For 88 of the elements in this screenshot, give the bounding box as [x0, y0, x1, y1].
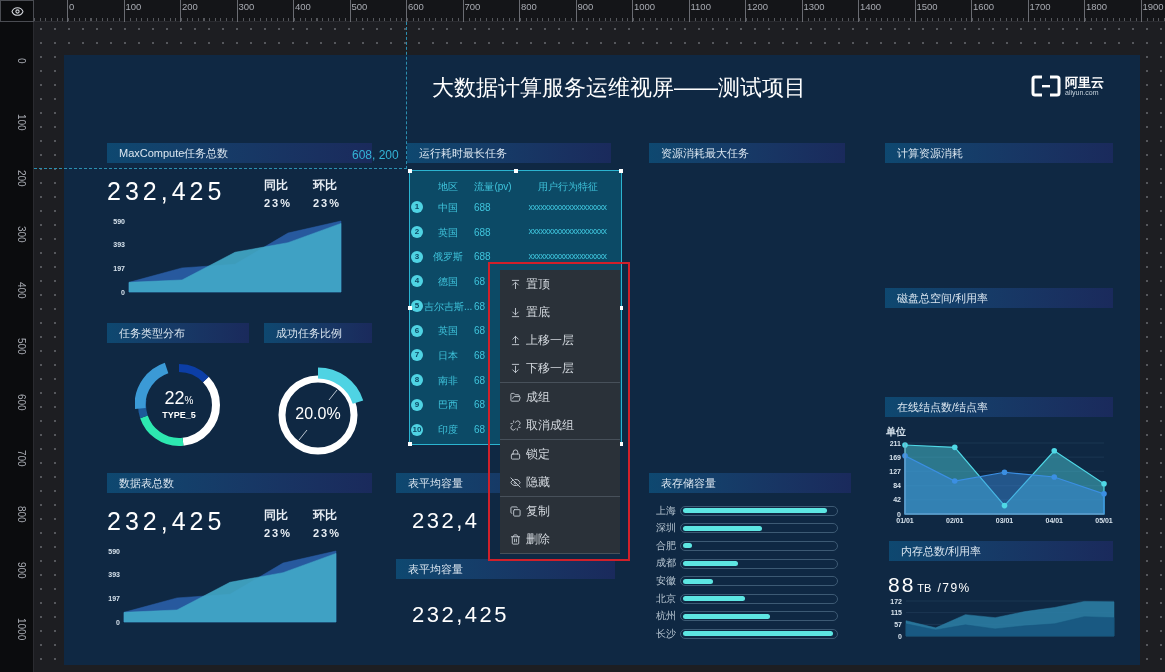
- rank-badge: 10: [411, 423, 423, 436]
- metric-value: 232,425: [107, 509, 226, 534]
- donut-label: TYPE_5: [162, 411, 196, 420]
- stat-value: 23%: [313, 526, 342, 541]
- rank-badge: 7: [411, 349, 423, 362]
- rank-badge: 9: [411, 398, 423, 411]
- bar-label: 上海: [655, 503, 676, 518]
- column-header: 流量(pv): [473, 179, 513, 194]
- stat-label: 环比: [313, 177, 337, 194]
- section-header: 任务类型分布: [107, 323, 249, 343]
- bar-label: 合肥: [655, 538, 676, 553]
- rank-badge: 5: [411, 300, 423, 313]
- ruler-label: 1000: [15, 618, 27, 641]
- stat-value: 23%: [264, 526, 293, 541]
- bar-label: 北京: [655, 591, 676, 606]
- table-cell-text: 68: [473, 373, 486, 388]
- table-cell-text: 中国: [437, 200, 459, 215]
- table-cell-text: 印度: [437, 423, 459, 438]
- ruler-label: 600: [15, 394, 27, 411]
- table-cell-text: 巴西: [437, 398, 459, 413]
- memory-value: 88: [888, 574, 916, 595]
- ruler-label: 500: [15, 338, 27, 355]
- column-header: 用户行为特征: [536, 179, 599, 194]
- table-cell: xxxxxxxxxxxxxxxxxxxx: [528, 225, 607, 239]
- stat-label: 同比: [264, 177, 288, 194]
- ruler-label: 0: [15, 58, 27, 64]
- logo-name: 阿里云: [1065, 76, 1104, 89]
- metric-value: 232,4: [412, 510, 480, 532]
- bar-label: 安徽: [655, 574, 676, 589]
- table-cell-text: 日本: [437, 348, 459, 363]
- memory-rate: /79%: [937, 580, 971, 597]
- table-cell-text: 688: [473, 225, 491, 240]
- table-cell-text: xxxxxxxxxxxxxxxxxxxx: [528, 200, 607, 214]
- table-cell-text: 68: [473, 274, 486, 289]
- table-cell-text: 688: [473, 250, 491, 265]
- rank-badge: 2: [411, 226, 423, 239]
- bar-label: 深圳: [655, 521, 676, 536]
- rank-badge: 3: [411, 250, 423, 263]
- ruler-label: 800: [15, 506, 27, 523]
- progress-value: 20.0%: [294, 404, 342, 424]
- ruler-label: 400: [15, 282, 27, 299]
- memory-unit: TB: [917, 581, 932, 596]
- stat-label: 环比: [313, 507, 337, 524]
- ruler-label: 700: [15, 450, 27, 467]
- stat-value: 23%: [313, 196, 342, 211]
- table-cell-text: 南非: [437, 373, 459, 388]
- table-cell-text: 英国: [437, 225, 459, 240]
- table-cell-text: 德国: [437, 274, 459, 289]
- dashboard-title: 大数据计算服务运维视屏——测试项目: [432, 74, 806, 102]
- ruler-label: 300: [15, 226, 27, 243]
- table-cell-text: 俄罗斯: [432, 250, 464, 265]
- ruler-label: 900: [15, 562, 27, 579]
- section-header: 磁盘总空间/利用率: [885, 288, 1113, 308]
- section-header: 内存总数/利用率: [889, 541, 1113, 561]
- section-header: 数据表总数: [107, 473, 372, 493]
- unit-label: 单位: [886, 425, 906, 439]
- table-cell-text: 68: [473, 324, 486, 339]
- rank-badge: 8: [411, 374, 423, 387]
- section-header: 成功任务比例: [264, 323, 372, 343]
- metric-value: 232,425: [107, 179, 226, 204]
- rank-badge: 1: [411, 201, 423, 214]
- ruler-label: 200: [15, 170, 27, 187]
- table-cell-text: 68: [473, 423, 486, 438]
- stat-value: 23%: [264, 196, 293, 211]
- table-cell-text: 吉尔吉斯...: [424, 299, 472, 314]
- bar-label: 成都: [655, 556, 676, 571]
- bar-label: 长沙: [655, 626, 676, 641]
- table-cell-text: 68: [473, 348, 486, 363]
- section-header: 运行耗时最长任务: [407, 143, 611, 163]
- coordinate-label: 608, 200: [352, 147, 399, 164]
- ruler-label: 100: [15, 114, 27, 131]
- section-header: 表存储容量: [649, 473, 851, 493]
- table-cell-text: 688: [473, 200, 491, 215]
- stat-label: 同比: [264, 507, 288, 524]
- column-header: 地区: [437, 179, 459, 194]
- metric-value: 232,425: [412, 604, 510, 626]
- section-header: 资源消耗最大任务: [649, 143, 845, 163]
- table-cell-text: 68: [473, 299, 486, 314]
- table-cell-text: 68: [473, 398, 486, 413]
- rank-badge: 6: [411, 324, 423, 337]
- donut-value: 22%: [164, 389, 194, 407]
- section-header: 计算资源消耗: [885, 143, 1113, 163]
- section-header: 表平均容量: [396, 559, 615, 579]
- bar-label: 杭州: [655, 609, 676, 624]
- rank-badge: 4: [411, 275, 423, 288]
- table-cell-text: 英国: [437, 324, 459, 339]
- table-cell-text: xxxxxxxxxxxxxxxxxxxx: [528, 249, 607, 263]
- section-header: 在线结点数/结点率: [885, 397, 1113, 417]
